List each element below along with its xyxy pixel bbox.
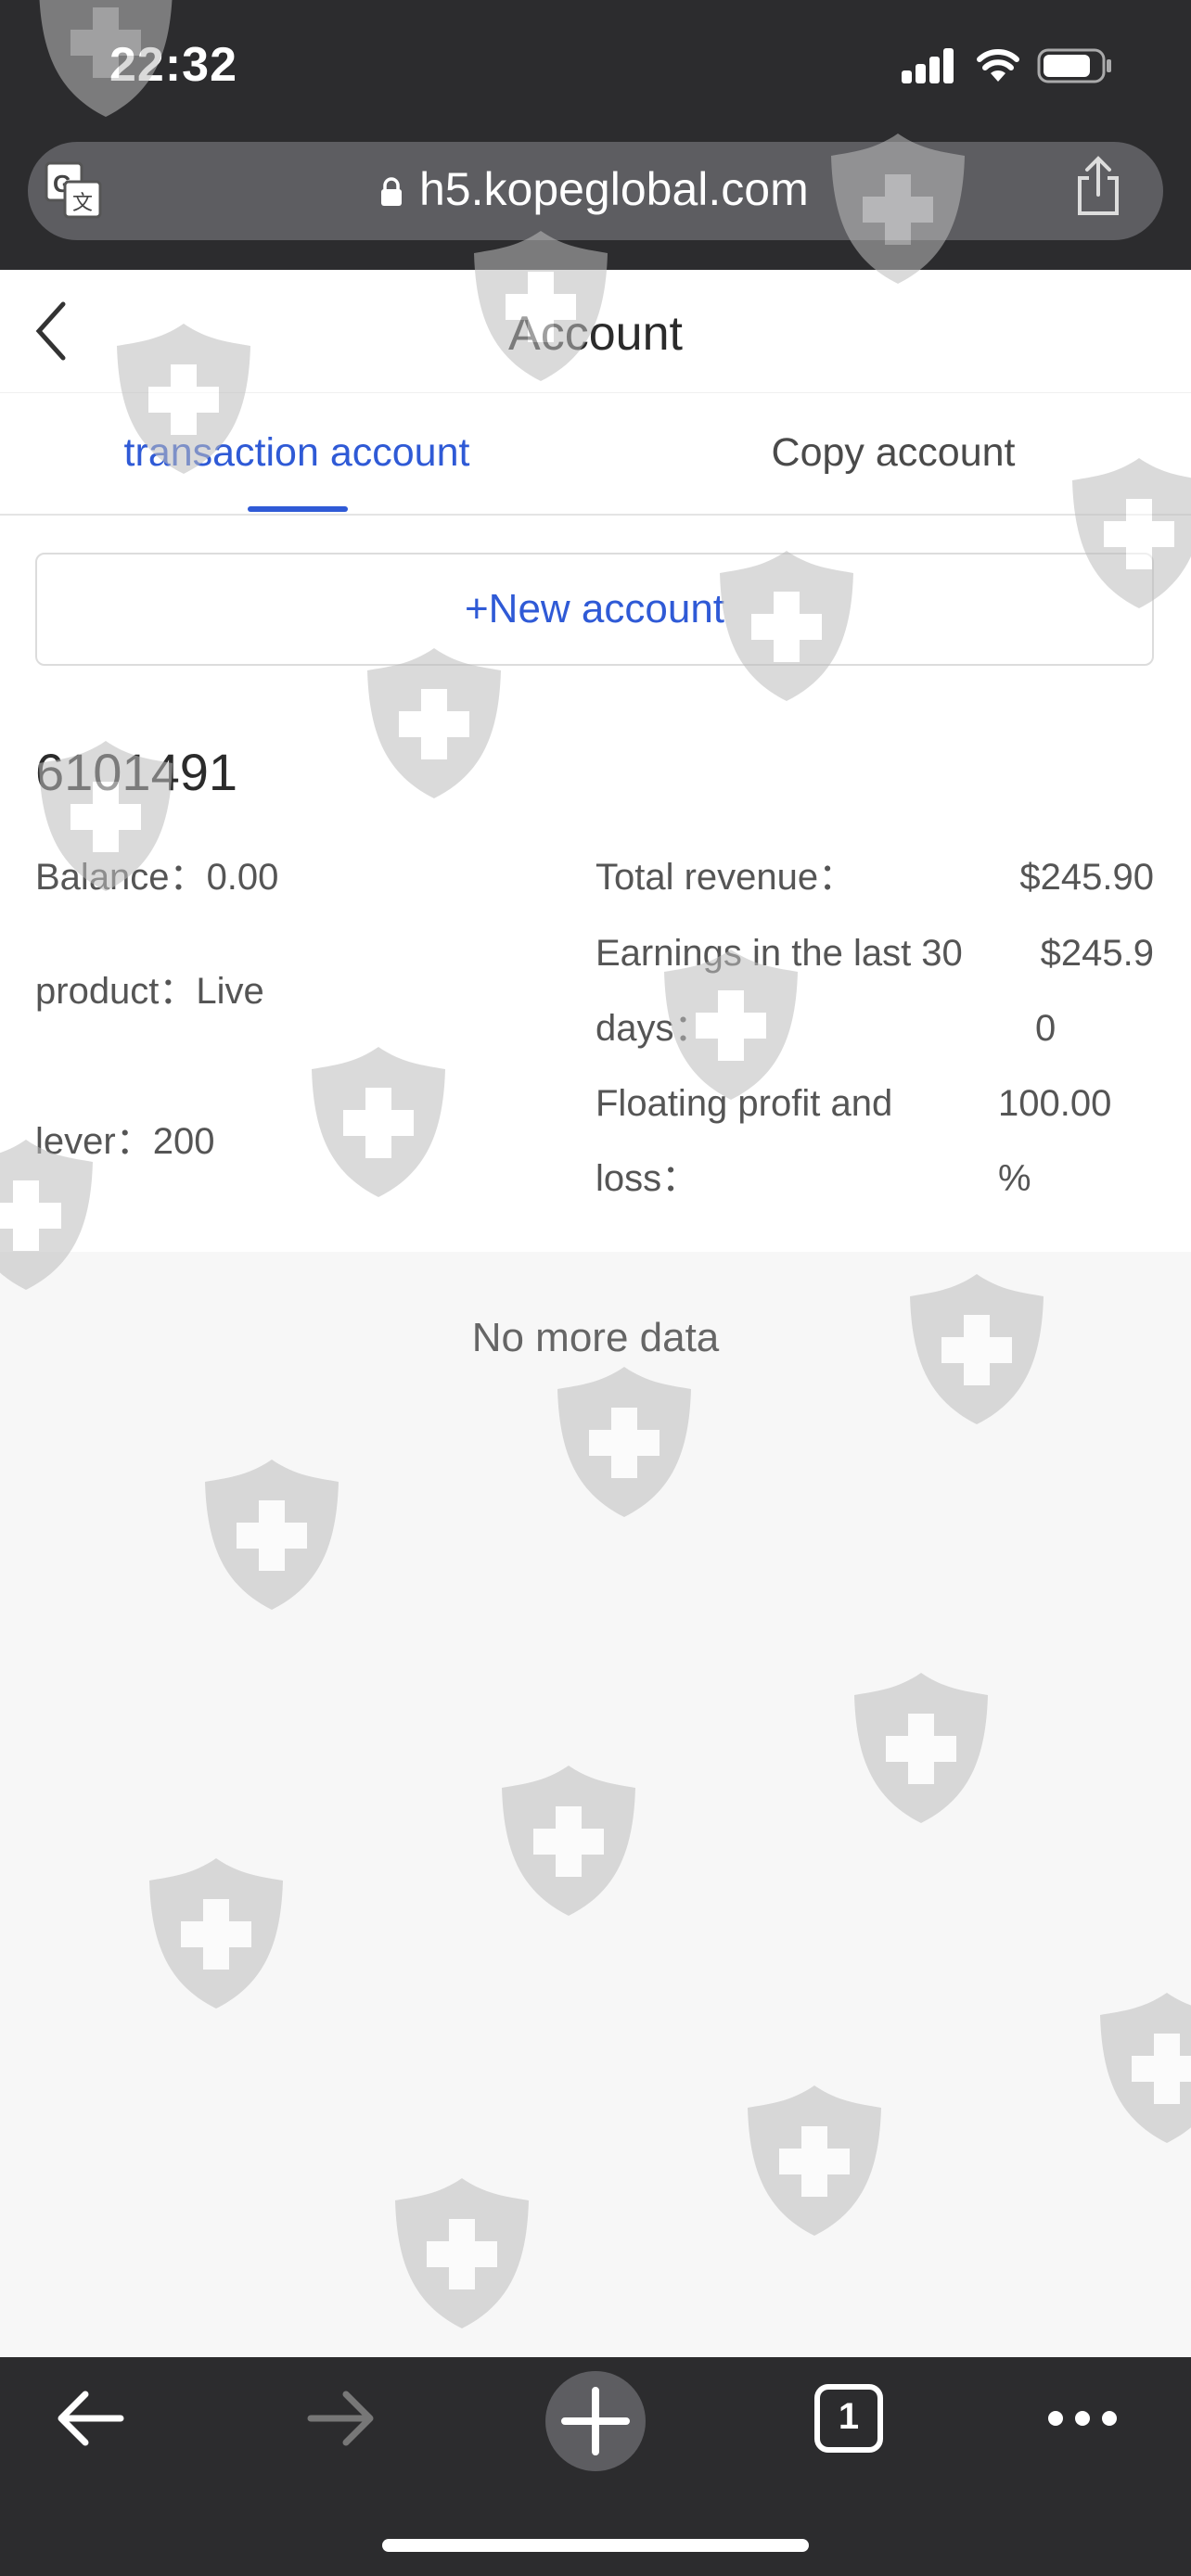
shield-watermark-icon <box>826 130 970 287</box>
new-account-button[interactable]: +New account <box>35 553 1154 666</box>
total-revenue-value: $245.90 <box>1019 857 1154 898</box>
earnings-30-value-line2: 0 <box>1035 1008 1057 1049</box>
shield-watermark-icon <box>111 320 256 478</box>
floating-value-line2: % <box>998 1158 1031 1199</box>
shield-watermark-icon <box>552 1363 697 1521</box>
url-text[interactable]: h5.kopeglobal.com <box>419 162 809 216</box>
shield-watermark-icon <box>1067 454 1191 612</box>
translate-icon[interactable]: G 文 <box>45 161 104 221</box>
shield-watermark-icon <box>144 1855 288 2012</box>
signal-icon <box>902 48 955 83</box>
floating-label-line2: loss： <box>596 1158 699 1199</box>
home-indicator <box>382 2539 809 2552</box>
total-revenue-label: Total revenue： <box>596 857 856 898</box>
lever-value: 200 <box>152 1121 215 1162</box>
active-tab-indicator <box>248 506 348 512</box>
shield-watermark-icon <box>714 547 859 705</box>
shield-watermark-icon <box>33 737 178 895</box>
plus-icon[interactable] <box>544 2370 647 2472</box>
balance-value: 0.00 <box>206 857 279 898</box>
tab-transaction-account[interactable]: transaction account <box>0 430 594 476</box>
shield-watermark-icon <box>742 2082 887 2239</box>
shield-watermark-icon <box>33 0 178 121</box>
svg-text:文: 文 <box>72 192 93 215</box>
shield-watermark-icon <box>1095 1989 1191 2147</box>
arrow-left-icon[interactable] <box>48 2377 132 2460</box>
shield-watermark-icon <box>849 1669 993 1827</box>
earnings-30-value-line1: $245.9 <box>1040 933 1154 974</box>
product-row: product：Live <box>35 954 264 1029</box>
shield-watermark-icon <box>468 227 613 385</box>
tab-count: 1 <box>838 2396 860 2437</box>
wifi-icon <box>977 49 1019 82</box>
shield-watermark-icon <box>306 1043 451 1201</box>
shield-watermark-icon <box>199 1456 344 1613</box>
shield-watermark-icon <box>0 1136 98 1294</box>
battery-icon <box>1037 48 1111 83</box>
lock-icon <box>381 177 402 206</box>
shield-watermark-icon <box>362 644 506 802</box>
share-icon[interactable] <box>1072 156 1124 217</box>
more-icon[interactable] <box>1041 2377 1124 2460</box>
floating-value-line1: 100.00 <box>998 1083 1112 1124</box>
arrow-right-icon[interactable] <box>300 2377 383 2460</box>
shield-watermark-icon <box>659 946 803 1103</box>
shield-watermark-icon <box>390 2174 534 2332</box>
product-value: Live <box>196 971 264 1012</box>
product-label: product： <box>35 971 197 1012</box>
shield-watermark-icon <box>904 1270 1049 1428</box>
shield-watermark-icon <box>496 1762 641 1919</box>
